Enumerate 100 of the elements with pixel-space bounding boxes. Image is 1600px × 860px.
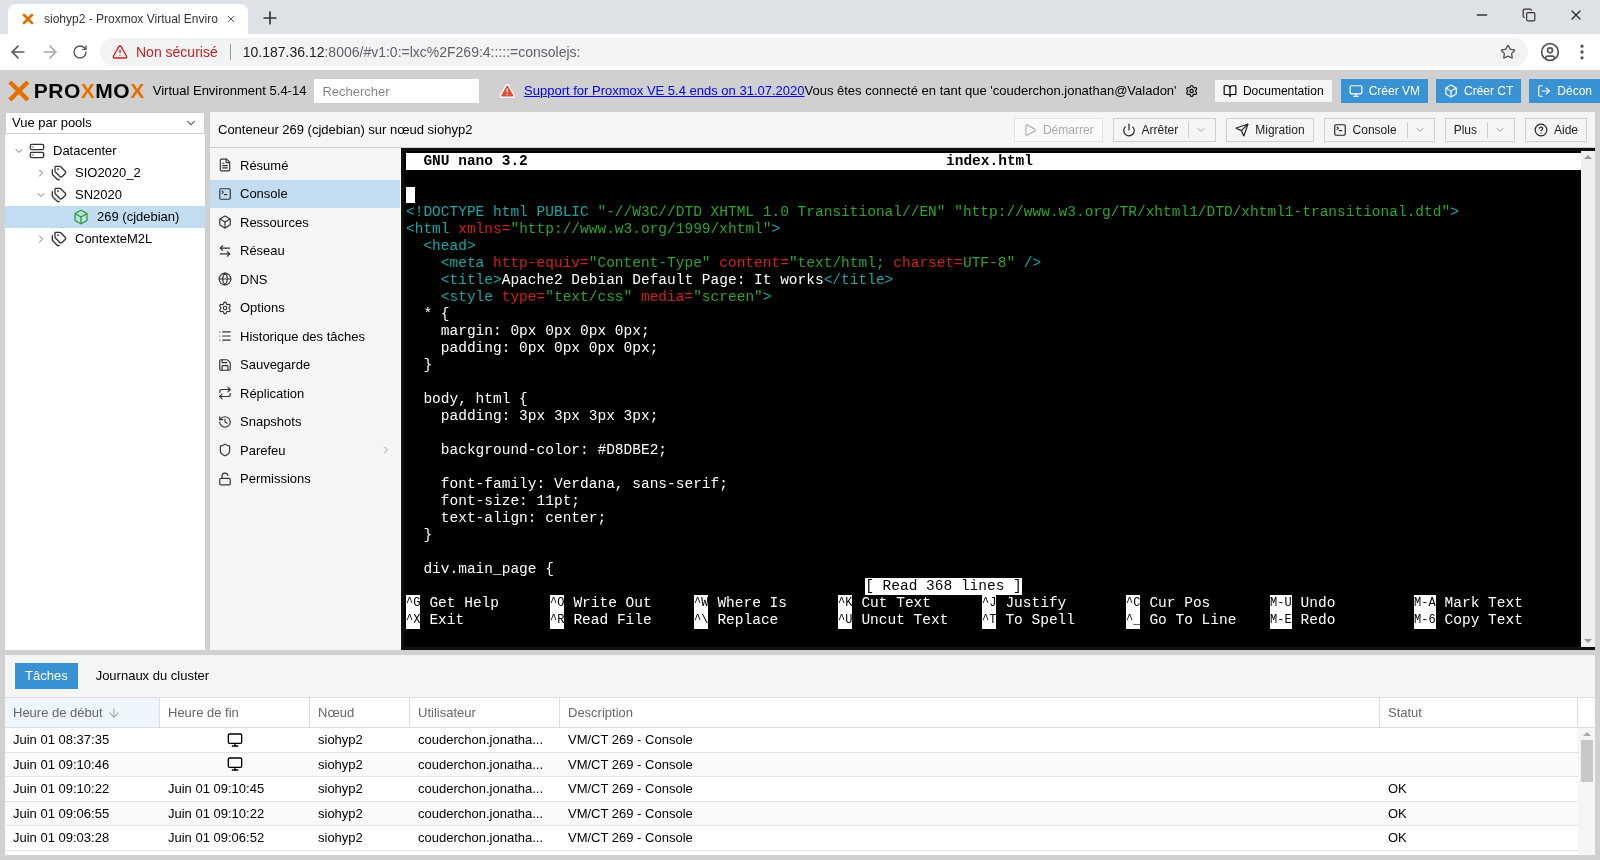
code-line: <style type="text/css" media="screen"> — [439, 289, 773, 306]
column-header[interactable]: Statut — [1380, 698, 1578, 727]
table-cell-text: siohyp2 — [317, 731, 364, 749]
shortcut-label: Mark Text — [1444, 595, 1523, 612]
toolbar-button[interactable]: Aide — [1524, 117, 1587, 142]
restore-icon[interactable] — [1522, 8, 1536, 22]
menu-item[interactable]: Historique des tâches — [210, 322, 400, 351]
shortcut-key: ^X — [406, 612, 421, 629]
toolbar-button[interactable]: Migration — [1226, 117, 1314, 142]
shortcut-label: Redo — [1300, 612, 1336, 629]
shortcut-label: To Spell — [1005, 612, 1076, 629]
terminal[interactable] — [401, 148, 1595, 650]
table-cell-text: OK — [1387, 780, 1408, 798]
menu-item[interactable]: Ressources — [210, 208, 400, 237]
shortcut-label: Justify — [1005, 595, 1067, 612]
settings-icon[interactable] — [1184, 83, 1198, 99]
sort-icon — [106, 705, 121, 720]
code-line: background-color: #D8DBE2; — [439, 442, 669, 459]
table-cell-text: couderchon.jonatha... — [417, 755, 545, 774]
column-header[interactable]: Heure de début — [5, 698, 160, 727]
cube-icon — [1443, 84, 1458, 98]
shortcut-label: Cut Text — [861, 595, 932, 612]
table-cell-text: VM/CT 269 - Console — [567, 780, 694, 798]
profile-icon[interactable] — [1540, 42, 1560, 62]
menu-item[interactable]: Permissions — [210, 464, 400, 493]
table-cell-text: couderchon.jonatha... — [417, 829, 545, 847]
table-cell-text: Juin 01 09:06:52 — [168, 829, 265, 847]
shortcut-label: Exit — [429, 612, 465, 629]
shortcut-key: ^J — [982, 595, 997, 612]
column-header[interactable]: Nœud — [310, 698, 410, 727]
code-line: text-align: center; — [439, 510, 608, 527]
address-field[interactable]: Non sécurisé 10.187.36.12:8006/#v1:0:=lxc%2F269:4:::::=consolejs: — [100, 38, 1528, 66]
column-header[interactable]: Utilisateur — [410, 698, 560, 727]
tree-item[interactable]: 269 (cjdebian) — [5, 206, 205, 228]
code-line: font-family: Verdana, sans-serif; — [439, 476, 729, 493]
code-line: <title>Apache2 Debian Default Page: It works</title> — [439, 272, 895, 289]
task-row[interactable]: Juin 01 09:06:55 Juin 01 09:10:22 siohyp2 couderchon.jonatha... VM/CT 269 - Console OK — [5, 801, 1578, 826]
content-title: Conteneur 269 (cjdebian) sur nœud siohyp2 — [218, 120, 473, 139]
search-field[interactable]: Rechercher — [314, 79, 480, 103]
x-logo-icon — [8, 79, 30, 103]
menu-item[interactable]: DNS — [210, 265, 400, 294]
monitor-icon — [1348, 84, 1363, 98]
play-icon — [1022, 122, 1037, 137]
tree-item[interactable]: SN2020 — [5, 184, 205, 206]
code-line: font-size: 11pt; — [439, 493, 582, 510]
code-line: padding: 0px 0px 0px 0px; — [439, 340, 660, 357]
shortcut-key: M-E — [1270, 612, 1292, 629]
shortcut-label: Get Help — [429, 595, 500, 612]
panel-tab[interactable]: Journaux du cluster — [85, 663, 220, 689]
tree-item[interactable]: ContexteM2L — [5, 228, 205, 250]
login-text: Vous êtes connecté en tant que 'couderchon.jonathan@Valadon' — [804, 82, 1177, 101]
container-icon — [73, 209, 89, 225]
view-selector[interactable]: Vue par pools — [5, 112, 205, 134]
header-button[interactable]: Documentation — [1213, 79, 1333, 103]
shortcut-label: Where Is — [717, 595, 788, 612]
x-logo-icon — [20, 11, 36, 27]
code-line: margin: 0px 0px 0px 0px; — [439, 323, 651, 340]
menu-item[interactable]: Snapshots — [210, 407, 400, 436]
column-header[interactable]: Heure de fin — [160, 698, 310, 727]
support-link[interactable]: Support for Proxmox VE 5.4 ends on 31.07.2020 — [524, 81, 805, 101]
star-icon[interactable] — [1500, 44, 1516, 60]
shortcut-key: M-6 — [1414, 612, 1436, 629]
table-cell-text: Juin 01 08:37:35 — [12, 731, 111, 749]
table-cell-text: VM/CT 269 - Console — [567, 731, 694, 749]
table-cell-text: Juin 01 09:03:28 — [12, 829, 111, 847]
toolbar-button[interactable]: Arrêter — [1112, 117, 1217, 142]
scrollbar[interactable] — [1581, 151, 1595, 647]
shortcut-key: ^W — [694, 595, 709, 612]
browser-tab[interactable]: siohyp2 - Proxmox Virtual Enviro — [8, 4, 248, 34]
menu-item[interactable]: Options — [210, 293, 400, 322]
tree-item[interactable]: SIO2020_2 — [5, 162, 205, 184]
toolbar-button[interactable]: Console — [1323, 117, 1435, 142]
tags-icon — [51, 187, 67, 203]
warning-icon — [112, 44, 128, 60]
task-row[interactable]: Juin 01 09:10:46 siohyp2 couderchon.jonatha... VM/CT 269 - Console — [5, 752, 1578, 777]
code-line: } — [422, 357, 434, 374]
security-label: Non sécurisé — [136, 42, 218, 62]
shortcut-key: ^O — [550, 595, 565, 612]
code-line: <html xmlns="http://www.w3.org/1999/xhtml"> — [406, 221, 782, 238]
toolbar-button[interactable]: Plus — [1444, 117, 1515, 142]
tags-icon — [51, 231, 67, 247]
menu-item[interactable]: Réplication — [210, 379, 400, 408]
menu-item[interactable]: Résumé — [210, 151, 400, 180]
menu-item[interactable]: Parefeu — [210, 436, 400, 465]
menu-item[interactable]: Console — [210, 179, 400, 208]
code-line: <meta http-equiv="Content-Type" content="text/html; charset=UTF-8" /> — [439, 255, 1043, 272]
scrollbar[interactable] — [1578, 728, 1595, 855]
menu-item[interactable]: Réseau — [210, 236, 400, 265]
reload-icon[interactable] — [72, 44, 88, 60]
table-cell-text: OK — [1387, 804, 1408, 823]
status-message: [ Read 368 lines ] — [865, 578, 1022, 595]
table-cell-text: Juin 01 09:10:22 — [168, 804, 265, 823]
menu-item[interactable]: Sauvegarde — [210, 350, 400, 379]
table-cell-text: siohyp2 — [317, 755, 364, 774]
tree-item[interactable]: Datacenter — [5, 140, 205, 162]
shortcut-label: Cur Pos — [1149, 595, 1211, 612]
shortcut-key: ^C — [1126, 595, 1141, 612]
column-header[interactable]: Description — [560, 698, 1380, 727]
logout-icon — [1537, 84, 1552, 98]
code-line: padding: 3px 3px 3px 3px; — [439, 408, 660, 425]
